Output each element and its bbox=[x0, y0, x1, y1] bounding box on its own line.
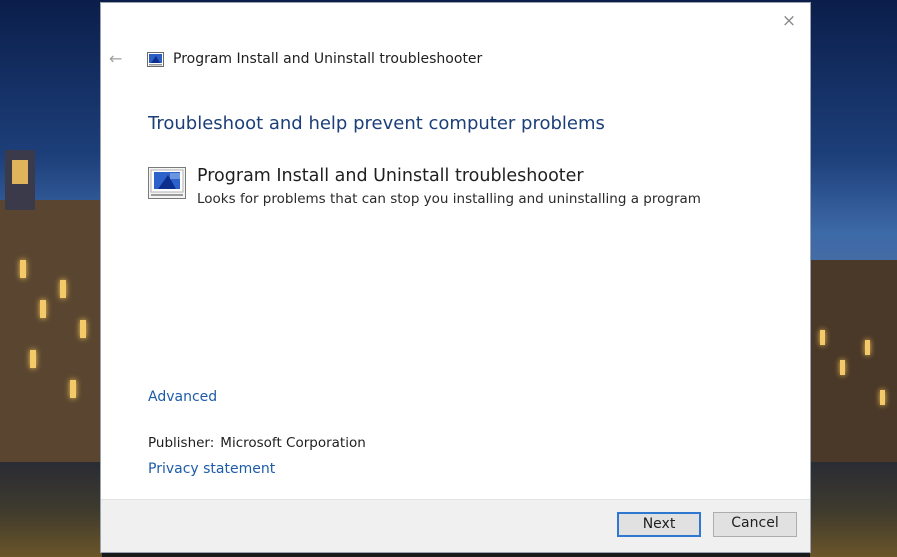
privacy-statement-link[interactable]: Privacy statement bbox=[148, 461, 275, 477]
wallpaper-left-buildings bbox=[0, 0, 102, 557]
dialog-title: Program Install and Uninstall troublesho… bbox=[173, 51, 483, 67]
back-arrow-icon[interactable]: ← bbox=[109, 50, 129, 68]
program-troubleshooter-icon bbox=[147, 52, 164, 67]
close-icon[interactable]: × bbox=[780, 12, 798, 30]
next-button[interactable]: Next bbox=[617, 512, 701, 537]
troubleshooter-name: Program Install and Uninstall troublesho… bbox=[197, 166, 584, 186]
publisher-row: Publisher: Microsoft Corporation bbox=[148, 435, 366, 451]
cancel-button[interactable]: Cancel bbox=[713, 512, 797, 537]
wallpaper-right-buildings bbox=[810, 0, 897, 557]
troubleshooter-dialog: × ← Program Install and Uninstall troubl… bbox=[100, 2, 811, 553]
program-troubleshooter-large-icon bbox=[148, 167, 186, 199]
troubleshooter-description: Looks for problems that can stop you ins… bbox=[197, 191, 701, 207]
advanced-link[interactable]: Advanced bbox=[148, 389, 217, 405]
dialog-footer: Next Cancel bbox=[101, 499, 810, 552]
publisher-value: Microsoft Corporation bbox=[220, 435, 366, 451]
page-heading: Troubleshoot and help prevent computer p… bbox=[148, 113, 605, 134]
publisher-label: Publisher: bbox=[148, 435, 215, 451]
